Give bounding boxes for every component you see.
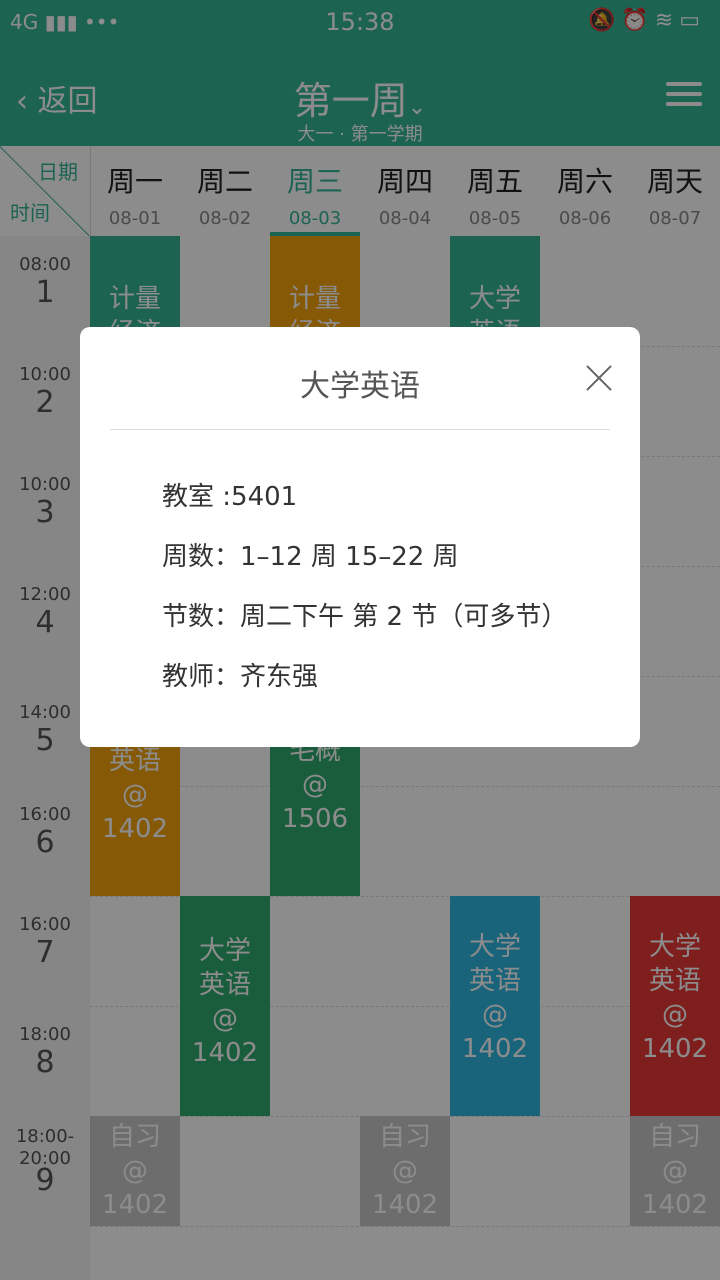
course-info: 教室 :5401 周数：1–12 周 15–22 周 节数：周二下午 第 2 节… [162, 467, 567, 707]
dialog-divider [110, 429, 610, 430]
sessions-text: 节数：周二下午 第 2 节（可多节） [162, 602, 568, 632]
weeks-text: 周数：1–12 周 15–22 周 [162, 542, 459, 572]
course-detail-dialog: 大学英语 教室 :5401 周数：1–12 周 15–22 周 节数：周二下午 … [80, 327, 640, 747]
dialog-title: 大学英语 [300, 369, 420, 404]
teacher-text: 教师：齐东强 [162, 662, 319, 692]
close-icon[interactable] [584, 363, 614, 393]
classroom-text: 教室 :5401 [162, 482, 298, 512]
